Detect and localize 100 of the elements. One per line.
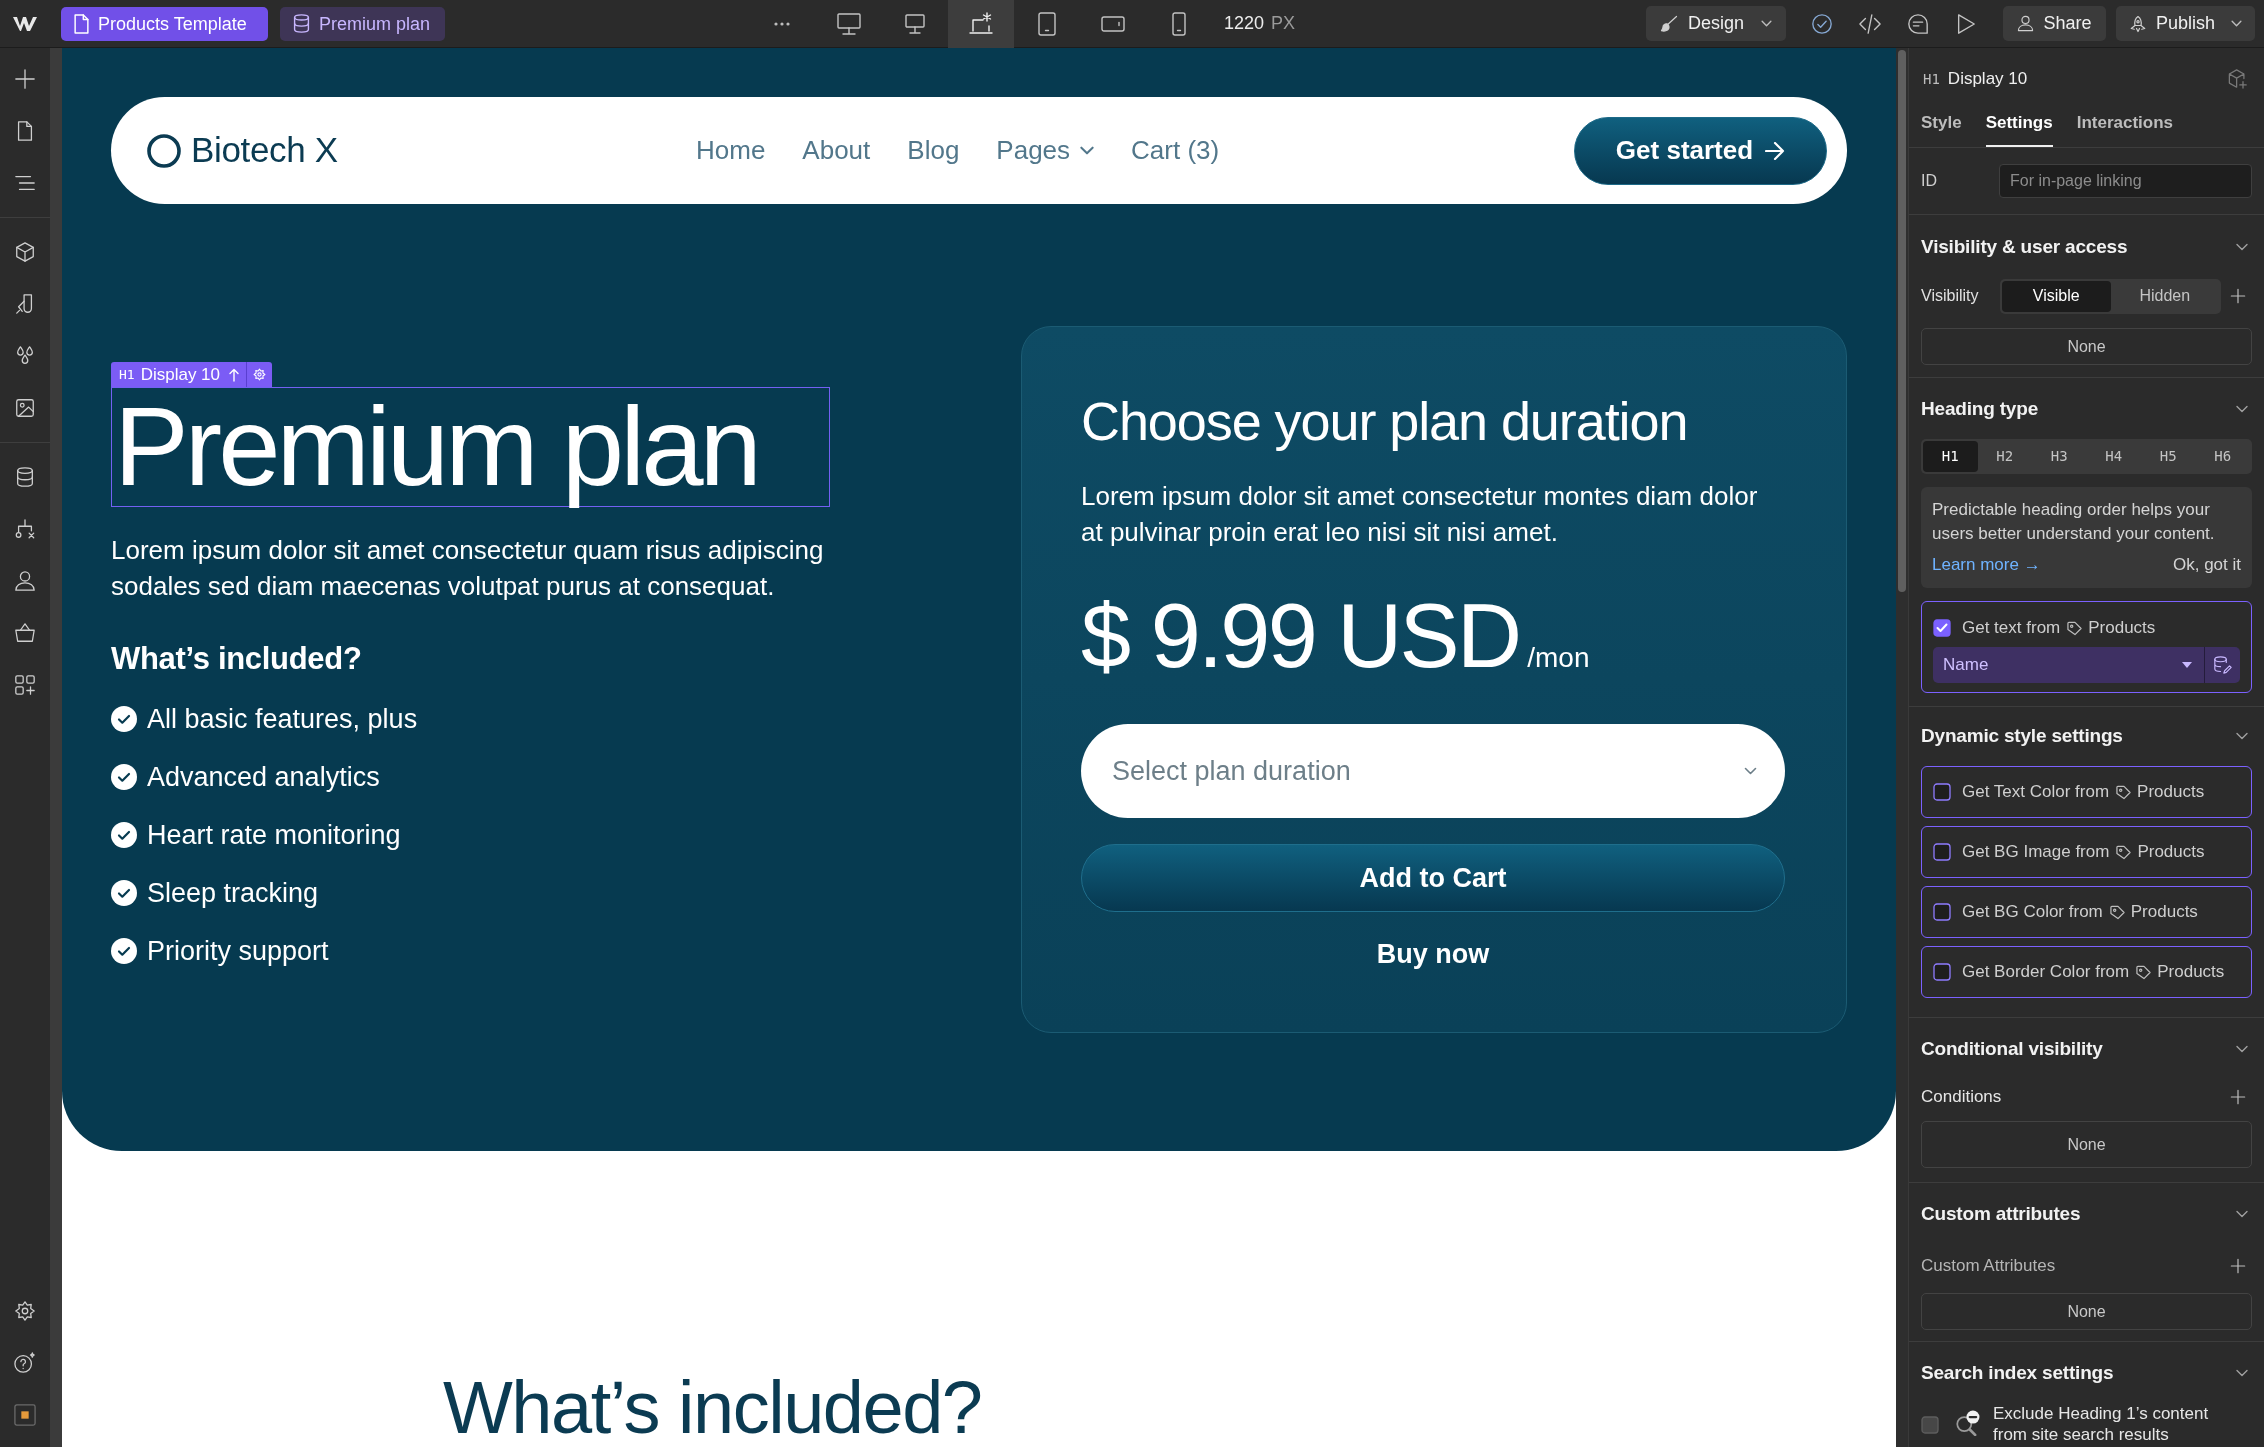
binding-label: Get text from bbox=[1962, 617, 2061, 640]
section-title: Conditional visibility bbox=[1921, 1036, 2103, 1061]
buy-now-button[interactable]: Buy now bbox=[1376, 936, 1490, 972]
segment-option[interactable]: Visible bbox=[2002, 280, 2111, 312]
collection-item-button[interactable]: Premium plan bbox=[280, 6, 445, 41]
database-edit-button[interactable] bbox=[2205, 647, 2240, 683]
breakpoint-button[interactable] bbox=[948, 0, 1014, 48]
panel-tab[interactable]: Interactions bbox=[2076, 100, 2174, 147]
check-circle-icon[interactable] bbox=[1811, 12, 1833, 35]
nav-link[interactable]: Home bbox=[696, 131, 766, 170]
checkbox[interactable] bbox=[1933, 619, 1951, 637]
plus-icon[interactable] bbox=[2230, 288, 2246, 304]
nav-link[interactable]: Blog bbox=[907, 131, 960, 170]
checkbox[interactable] bbox=[1933, 843, 1951, 861]
mode-button[interactable]: Design bbox=[1646, 6, 1786, 41]
section-title: Visibility & user access bbox=[1921, 234, 2128, 259]
hero-description: Lorem ipsum dolor sit amet consectetur quam risus adipiscing sodales sed diam maecenas volutpat purus at consequat. bbox=[111, 534, 825, 604]
field-select[interactable]: Name bbox=[1933, 647, 2204, 683]
play-icon[interactable] bbox=[1955, 12, 1977, 35]
share-button[interactable]: Share bbox=[2003, 6, 2106, 41]
id-field[interactable]: For in-page linking bbox=[1999, 164, 2252, 198]
comment-icon[interactable] bbox=[1907, 12, 1929, 35]
collection-name: Products bbox=[2137, 781, 2205, 804]
get-started-button[interactable]: Get started bbox=[1574, 116, 1827, 185]
segment-option[interactable]: H3 bbox=[2032, 441, 2087, 472]
gear-icon[interactable] bbox=[14, 1300, 36, 1322]
feature-item: Heart rate monitoring bbox=[147, 819, 401, 852]
price-period: /mon bbox=[1527, 641, 1590, 675]
feature-item: Priority support bbox=[147, 935, 329, 968]
empty-state: None bbox=[1921, 328, 2252, 365]
element-tag: H1 bbox=[1923, 68, 1940, 90]
checkbox[interactable] bbox=[1933, 783, 1951, 801]
check-circle-icon bbox=[111, 706, 137, 733]
nav-link[interactable]: About bbox=[802, 131, 871, 170]
chevron-down-icon[interactable] bbox=[2236, 1210, 2248, 1218]
section-title: Custom attributes bbox=[1921, 1201, 2081, 1226]
chevron-down-icon[interactable] bbox=[2236, 1369, 2248, 1377]
binding-label: Get Border Color from bbox=[1962, 961, 2130, 984]
segment-option[interactable]: H4 bbox=[2086, 441, 2141, 472]
dismiss-button[interactable]: Ok, got it bbox=[2172, 553, 2241, 577]
segment-option[interactable]: H5 bbox=[2141, 441, 2196, 472]
learn-more-link[interactable]: Learn more → bbox=[1932, 553, 2041, 577]
checkbox[interactable] bbox=[1921, 1416, 1939, 1434]
plus-icon[interactable] bbox=[2230, 1089, 2246, 1105]
monitor-icon bbox=[837, 11, 861, 36]
nav-link[interactable]: Cart (3) bbox=[1131, 131, 1220, 170]
chevron-down-icon[interactable] bbox=[2236, 732, 2248, 740]
code-icon[interactable] bbox=[1859, 12, 1881, 35]
binding-label: Get BG Color from bbox=[1962, 901, 2103, 924]
drops-icon[interactable] bbox=[14, 345, 36, 367]
publish-button[interactable]: Publish bbox=[2116, 6, 2255, 41]
price: $ 9.99 USD bbox=[1081, 586, 1520, 686]
page-selector-button[interactable]: Products Template bbox=[61, 6, 268, 41]
brand-name[interactable]: Biotech X bbox=[191, 124, 338, 177]
option-label: Exclude Heading 1’s content from site search results bbox=[1993, 1403, 2210, 1445]
segment-option[interactable]: H1 bbox=[1923, 441, 1978, 472]
section-title: Dynamic style settings bbox=[1921, 723, 2123, 748]
more-icon[interactable] bbox=[774, 21, 790, 26]
element-tag: H1 bbox=[111, 365, 135, 385]
binding-label: Get BG Image from bbox=[1962, 841, 2110, 864]
empty-state: None bbox=[1921, 1121, 2252, 1168]
panel-tab[interactable]: Settings bbox=[1985, 100, 2053, 147]
canvas-width: 1220 bbox=[1224, 12, 1265, 35]
nav-link[interactable]: Pages bbox=[996, 131, 1095, 170]
help-icon[interactable] bbox=[14, 1352, 36, 1374]
empty-state: None bbox=[1921, 1293, 2252, 1330]
brush-icon bbox=[1660, 14, 1678, 33]
plan-duration-select[interactable]: Select plan duration bbox=[1081, 724, 1785, 818]
basket-icon[interactable] bbox=[14, 622, 36, 644]
image-icon[interactable] bbox=[14, 397, 36, 419]
chevron-down-icon[interactable] bbox=[2236, 243, 2248, 251]
apps-icon[interactable] bbox=[14, 674, 36, 696]
cube-plus-icon[interactable] bbox=[2228, 69, 2248, 89]
scrollbar-thumb[interactable] bbox=[1898, 50, 1906, 592]
database-icon bbox=[293, 14, 310, 33]
arrow-up-icon[interactable] bbox=[229, 367, 240, 382]
branch-icon[interactable] bbox=[14, 518, 36, 540]
logo-ring-icon[interactable] bbox=[147, 133, 181, 168]
chevron-down-icon[interactable] bbox=[2236, 1045, 2248, 1053]
plus-icon[interactable] bbox=[14, 68, 36, 90]
logo-icon[interactable] bbox=[13, 15, 37, 32]
feature-item: Advanced analytics bbox=[147, 761, 380, 794]
database-icon[interactable] bbox=[14, 466, 36, 488]
user-icon[interactable] bbox=[14, 570, 36, 592]
database-edit-icon bbox=[2213, 656, 2232, 674]
checkbox[interactable] bbox=[1933, 903, 1951, 921]
segment-option[interactable]: H2 bbox=[1977, 441, 2032, 472]
panel-tab[interactable]: Style bbox=[1921, 100, 1962, 147]
checkbox[interactable] bbox=[1933, 963, 1951, 981]
tile-icon[interactable] bbox=[14, 1404, 36, 1426]
segment-option[interactable]: Hidden bbox=[2110, 280, 2219, 312]
add-to-cart-button[interactable]: Add to Cart bbox=[1081, 844, 1785, 912]
check-circle-icon bbox=[111, 822, 137, 849]
rocket-icon bbox=[2129, 14, 2147, 33]
cube-icon[interactable] bbox=[14, 241, 36, 263]
segment-option[interactable]: H6 bbox=[2195, 441, 2250, 472]
field-label: Visibility bbox=[1921, 286, 1980, 306]
chevron-down-icon[interactable] bbox=[2236, 405, 2248, 413]
element-name: Display 10 bbox=[1947, 68, 2028, 91]
plus-icon[interactable] bbox=[2230, 1258, 2246, 1274]
